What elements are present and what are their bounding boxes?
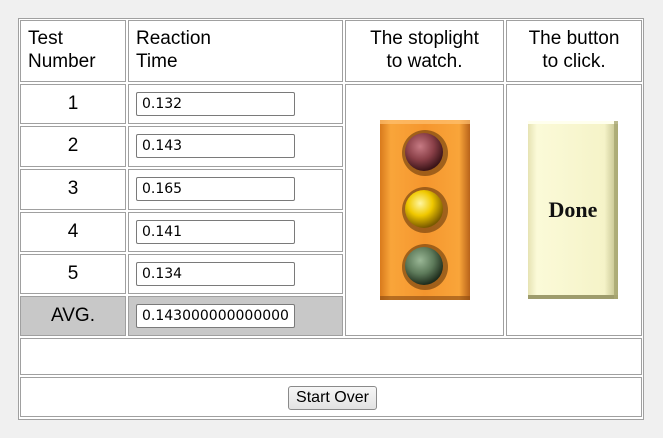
reaction-time-input[interactable]: 0.141	[136, 220, 295, 244]
reaction-time-cell: 0.165	[128, 169, 343, 210]
done-button-label: Done	[548, 197, 598, 222]
header-test-number: Test Number	[20, 20, 126, 82]
header-stoplight: The stoplight to watch.	[345, 20, 504, 82]
test-number: 1	[67, 93, 79, 114]
header-reaction-time: Reaction Time	[128, 20, 343, 82]
test-number-cell: 5	[20, 254, 126, 294]
stoplight-green-light	[405, 247, 443, 285]
header-test-number-line2: Number	[28, 51, 96, 72]
reaction-time-input[interactable]: 0.143	[136, 134, 295, 158]
test-number-cell: 1	[20, 84, 126, 124]
reaction-time-input[interactable]: 0.132	[136, 92, 295, 116]
reaction-time-cell: 0.141	[128, 212, 343, 252]
start-over-button[interactable]: Start Over	[288, 386, 377, 410]
test-number: 5	[67, 263, 79, 284]
reaction-test-table: Test Number Reaction Time The stoplight …	[18, 18, 644, 420]
test-number: 4	[67, 221, 79, 242]
average-value-cell: 0.143000000000000	[128, 296, 343, 336]
stoplight-cell	[345, 84, 504, 336]
average-label-cell: AVG.	[20, 296, 126, 336]
header-stoplight-line2: to watch.	[386, 51, 463, 72]
button-cell: Done	[506, 84, 642, 336]
average-value-input[interactable]: 0.143000000000000	[136, 304, 295, 328]
header-button: The button to click.	[506, 20, 642, 82]
reaction-time-cell: 0.134	[128, 254, 343, 294]
stoplight-red-light	[405, 133, 443, 171]
start-over-row: Start Over	[20, 377, 642, 417]
test-number-cell: 2	[20, 126, 126, 167]
average-label: AVG.	[51, 305, 95, 326]
done-button[interactable]: Done	[528, 121, 618, 299]
header-button-line2: to click.	[542, 51, 606, 72]
reaction-time-cell: 0.143	[128, 126, 343, 167]
reaction-time-cell: 0.132	[128, 84, 343, 124]
test-number-cell: 3	[20, 169, 126, 210]
stoplight-image	[380, 120, 470, 300]
stoplight-yellow-light	[405, 190, 443, 228]
reaction-time-input[interactable]: 0.134	[136, 262, 295, 286]
status-row	[20, 338, 642, 375]
header-reaction-time-line2: Time	[136, 51, 178, 72]
test-number: 3	[67, 178, 79, 199]
reaction-time-input[interactable]: 0.165	[136, 177, 295, 201]
header-test-number-line1: Test	[28, 28, 63, 49]
test-number-cell: 4	[20, 212, 126, 252]
test-number: 2	[67, 135, 79, 156]
header-button-line1: The button	[528, 28, 620, 49]
header-reaction-time-line1: Reaction	[136, 28, 211, 49]
header-stoplight-line1: The stoplight	[370, 28, 479, 49]
